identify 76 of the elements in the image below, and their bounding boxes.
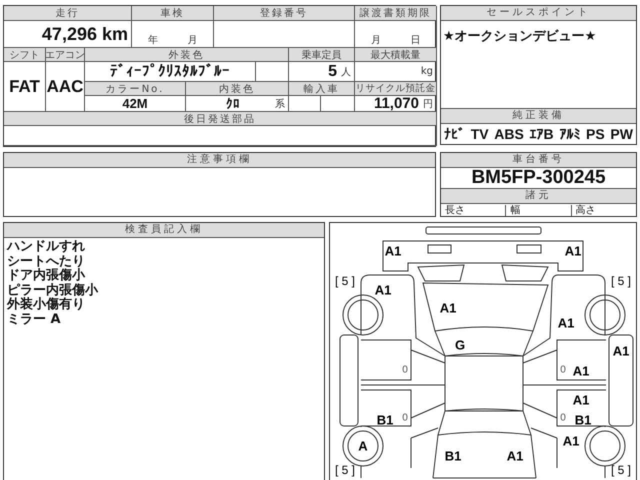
damage-code: A1 [506, 448, 524, 464]
minor-mark: 0 [402, 412, 408, 424]
ac-value: AAC [46, 76, 84, 96]
section-header: 諸元 [441, 189, 636, 204]
tire-tread-mark: [ 5 ] [611, 274, 631, 288]
year-unit: 年 [148, 34, 158, 47]
spec-label: 長さ [441, 204, 506, 216]
tire-tread-mark: [ 5 ] [335, 274, 355, 288]
column-header: 最大積載量 [355, 48, 437, 62]
yen-unit: 円 [423, 98, 433, 110]
interior-color-value: ｸﾛ [226, 96, 240, 111]
column-header: 乗車定員 [289, 48, 355, 62]
minor-mark: 0 [560, 364, 566, 376]
type-unit: 系 [275, 98, 285, 110]
spec-label: 高さ [574, 204, 597, 216]
damage-code: A [358, 438, 368, 454]
damage-code: A1 [374, 282, 392, 298]
inspector-note: ピラー内張傷小 [7, 284, 98, 298]
damage-code: A1 [564, 244, 582, 258]
day-unit: 日 [410, 34, 420, 47]
column-header: エアコン [46, 48, 85, 62]
tire-tread-mark: [ 5 ] [335, 463, 355, 477]
minor-mark: 0 [402, 364, 408, 376]
capacity-value: 5 [328, 62, 337, 80]
column-header: 内装色 [186, 82, 289, 96]
column-header: 走行 [4, 6, 132, 21]
inspector-note: ドア内張傷小 [7, 269, 85, 283]
equipment-item: PW [610, 126, 633, 142]
inspector-note: シートへたり [7, 254, 85, 268]
damage-code: A1 [440, 300, 456, 316]
section-header: 注意事項欄 [4, 153, 435, 168]
damage-code: A1 [612, 344, 630, 358]
column-header: 外装色 [85, 48, 289, 62]
section-header: 純正装備 [441, 108, 636, 124]
damage-code: B1 [444, 448, 462, 464]
section-header: 後日発送部品 [4, 112, 437, 126]
damage-code: B1 [574, 412, 592, 428]
inspector-note: 外装小傷有り [7, 298, 85, 312]
person-unit: 人 [341, 66, 351, 78]
month-unit: 月 [187, 34, 198, 47]
equipment-item: ABS [494, 126, 524, 142]
equipment-item: ｴｱB [530, 126, 554, 142]
equipment-item: PS [586, 126, 605, 142]
column-header: 輸入車 [289, 82, 355, 96]
section-header: セールスポイント [441, 6, 636, 21]
recycle-fee-value: 11,070 [374, 95, 419, 112]
column-header: カラーNo. [85, 82, 186, 96]
tire-tread-mark: [ 5 ] [611, 463, 631, 477]
mileage-value: 47,296 km [42, 24, 128, 44]
damage-code: G [454, 338, 466, 352]
column-header: シフト [4, 48, 46, 62]
month-unit: 月 [370, 34, 381, 47]
shift-value: FAT [9, 76, 40, 96]
sales-point-text: ★オークションデビュー★ [442, 28, 598, 46]
column-header: 譲渡書類期限 [355, 6, 437, 21]
section-header: 車台番号 [441, 153, 636, 168]
damage-code: A1 [572, 392, 590, 408]
damage-code: A1 [572, 364, 590, 378]
equipment-item: TV [470, 126, 489, 142]
damage-code: A1 [384, 244, 402, 258]
damage-code: B1 [376, 412, 394, 428]
exterior-color-value: ﾃﾞｨｰﾌﾟｸﾘｽﾀﾙﾌﾞﾙｰ [110, 63, 230, 80]
column-header: 車検 [132, 6, 214, 21]
equipment-item: ｱﾙﾐ [559, 126, 580, 142]
section-header: 検査員記入欄 [4, 223, 324, 238]
minor-mark: 0 [560, 412, 566, 424]
column-header: 登録番号 [214, 6, 355, 21]
inspector-note: ハンドルすれ [7, 240, 85, 254]
equipment-item: ﾅﾋﾞ [444, 126, 465, 142]
inspector-note: ミラー A [7, 312, 61, 327]
kg-unit: kg [420, 66, 433, 77]
column-header: リサイクル預託金 [355, 82, 437, 96]
damage-code: A1 [562, 434, 580, 448]
damage-code: A1 [558, 316, 574, 330]
spec-label: 幅 [506, 204, 572, 216]
color-number-value: 42M [122, 96, 148, 111]
